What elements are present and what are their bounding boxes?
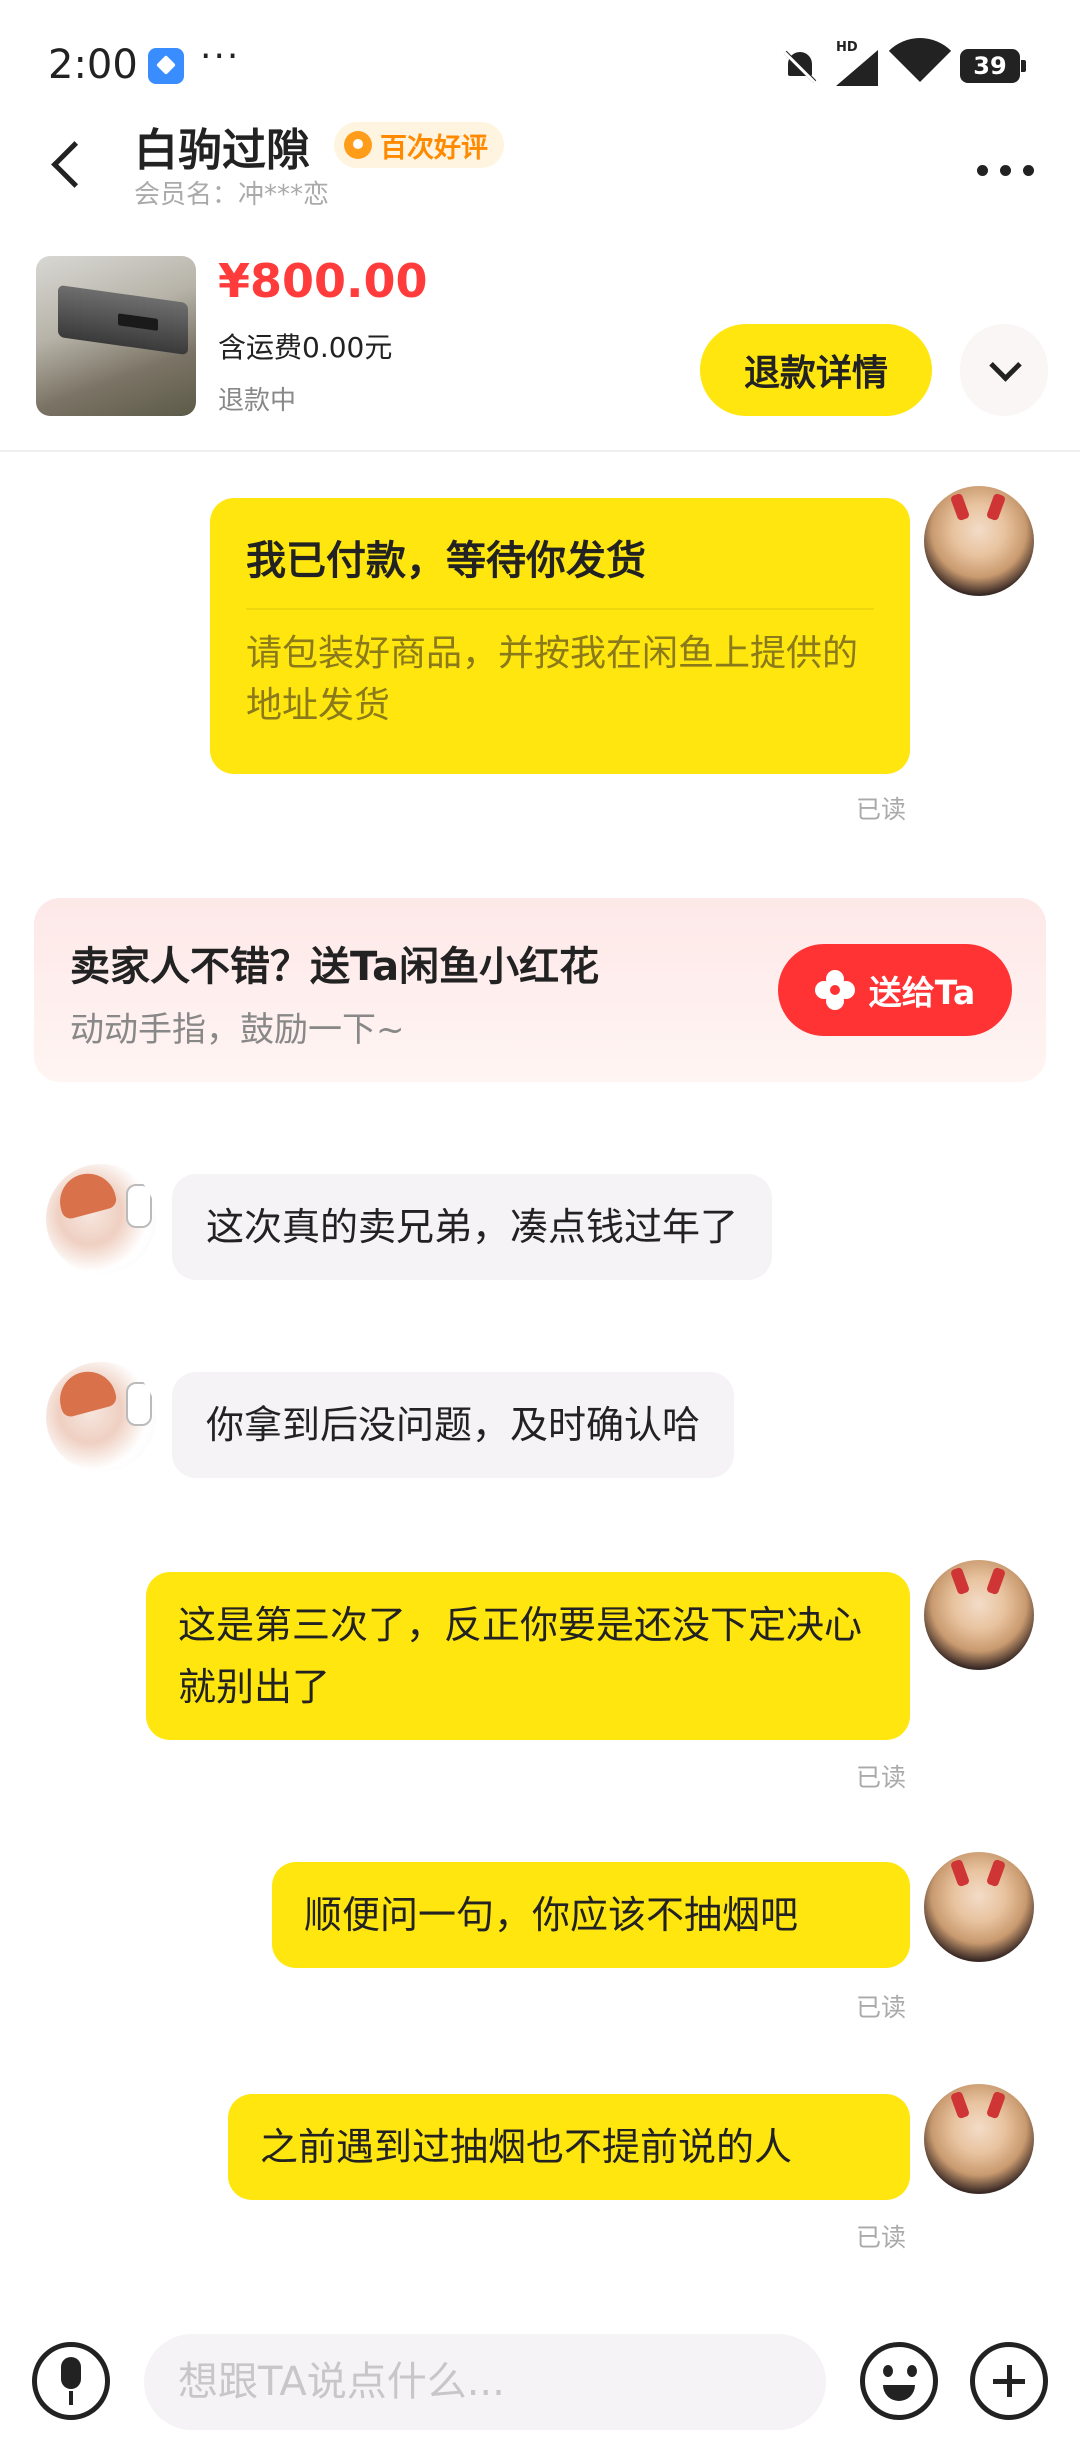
my-avatar[interactable] xyxy=(924,486,1034,596)
product-bar: ¥800.00 含运费0.00元 退款中 退款详情 xyxy=(0,240,1080,452)
wifi-icon xyxy=(888,19,952,86)
my-message: 这是第三次了，反正你要是还没下定决心就别出了 xyxy=(146,1572,910,1740)
more-icon[interactable] xyxy=(970,150,1040,190)
read-receipt: 已读 xyxy=(856,1763,907,1792)
product-price: ¥800.00 xyxy=(218,254,428,308)
badge-label: 百次好评 xyxy=(380,132,488,164)
my-message: 顺便问一句，你应该不抽烟吧 xyxy=(272,1862,910,1968)
status-icons: HD 39 xyxy=(782,19,1026,88)
card-body: 请包装好商品，并按我在闲鱼上提供的地址发货 xyxy=(246,633,859,726)
plus-icon[interactable] xyxy=(970,2342,1048,2420)
chevron-down-icon[interactable] xyxy=(960,324,1048,416)
read-receipt: 已读 xyxy=(856,1993,907,2022)
flower-icon xyxy=(814,970,855,1010)
seller-avatar[interactable] xyxy=(46,1164,156,1274)
seller-message: 你拿到后没问题，及时确认哈 xyxy=(172,1372,735,1478)
read-receipt: 已读 xyxy=(856,795,907,824)
input-bar xyxy=(0,2320,1080,2460)
network-label: HD xyxy=(836,40,858,55)
send-flower-button[interactable]: 送给Ta xyxy=(778,944,1012,1036)
seller-name[interactable]: 白驹过隙 xyxy=(134,114,310,178)
mute-icon xyxy=(782,48,818,84)
flower-title: 卖家人不错？送Ta闲鱼小红花 xyxy=(70,944,600,990)
app-icon xyxy=(148,48,184,84)
battery-icon: 39 xyxy=(960,49,1026,83)
status-time: 2:00 xyxy=(48,42,138,88)
read-receipt: 已读 xyxy=(856,2223,907,2252)
flower-subtitle: 动动手指，鼓励一下~ xyxy=(70,1010,405,1050)
my-avatar[interactable] xyxy=(924,1560,1034,1670)
my-message: 之前遇到过抽烟也不提前说的人 xyxy=(228,2094,910,2200)
emoji-icon[interactable] xyxy=(860,2342,938,2420)
seller-message: 这次真的卖兄弟，凑点钱过年了 xyxy=(172,1174,773,1280)
more-dots-icon: ··· xyxy=(200,36,241,77)
seller-avatar[interactable] xyxy=(46,1362,156,1472)
review-badge[interactable]: 百次好评 xyxy=(334,122,504,168)
flower-banner: 卖家人不错？送Ta闲鱼小红花 动动手指，鼓励一下~ 送给Ta xyxy=(34,898,1046,1082)
refund-details-button[interactable]: 退款详情 xyxy=(700,324,932,416)
chat-header: 白驹过隙 百次好评 会员名：冲***恋 xyxy=(0,100,1080,220)
order-status: 退款中 xyxy=(218,386,297,416)
shipping-fee: 含运费0.00元 xyxy=(218,331,393,364)
member-name: 会员名：冲***恋 xyxy=(134,180,330,210)
card-divider xyxy=(246,608,874,610)
my-avatar[interactable] xyxy=(924,2084,1034,2194)
product-thumbnail[interactable] xyxy=(36,256,196,416)
mic-icon[interactable] xyxy=(32,2342,110,2420)
back-arrow-icon[interactable] xyxy=(40,136,90,196)
my-avatar[interactable] xyxy=(924,1852,1034,1962)
card-title: 我已付款，等待你发货 xyxy=(246,538,646,584)
message-input[interactable] xyxy=(144,2334,826,2430)
send-flower-label: 送给Ta xyxy=(868,973,976,1012)
signal-icon: HD xyxy=(836,40,880,86)
badge-icon xyxy=(344,131,372,159)
payment-card-message[interactable]: 我已付款，等待你发货 请包装好商品，并按我在闲鱼上提供的地址发货 xyxy=(210,498,910,774)
